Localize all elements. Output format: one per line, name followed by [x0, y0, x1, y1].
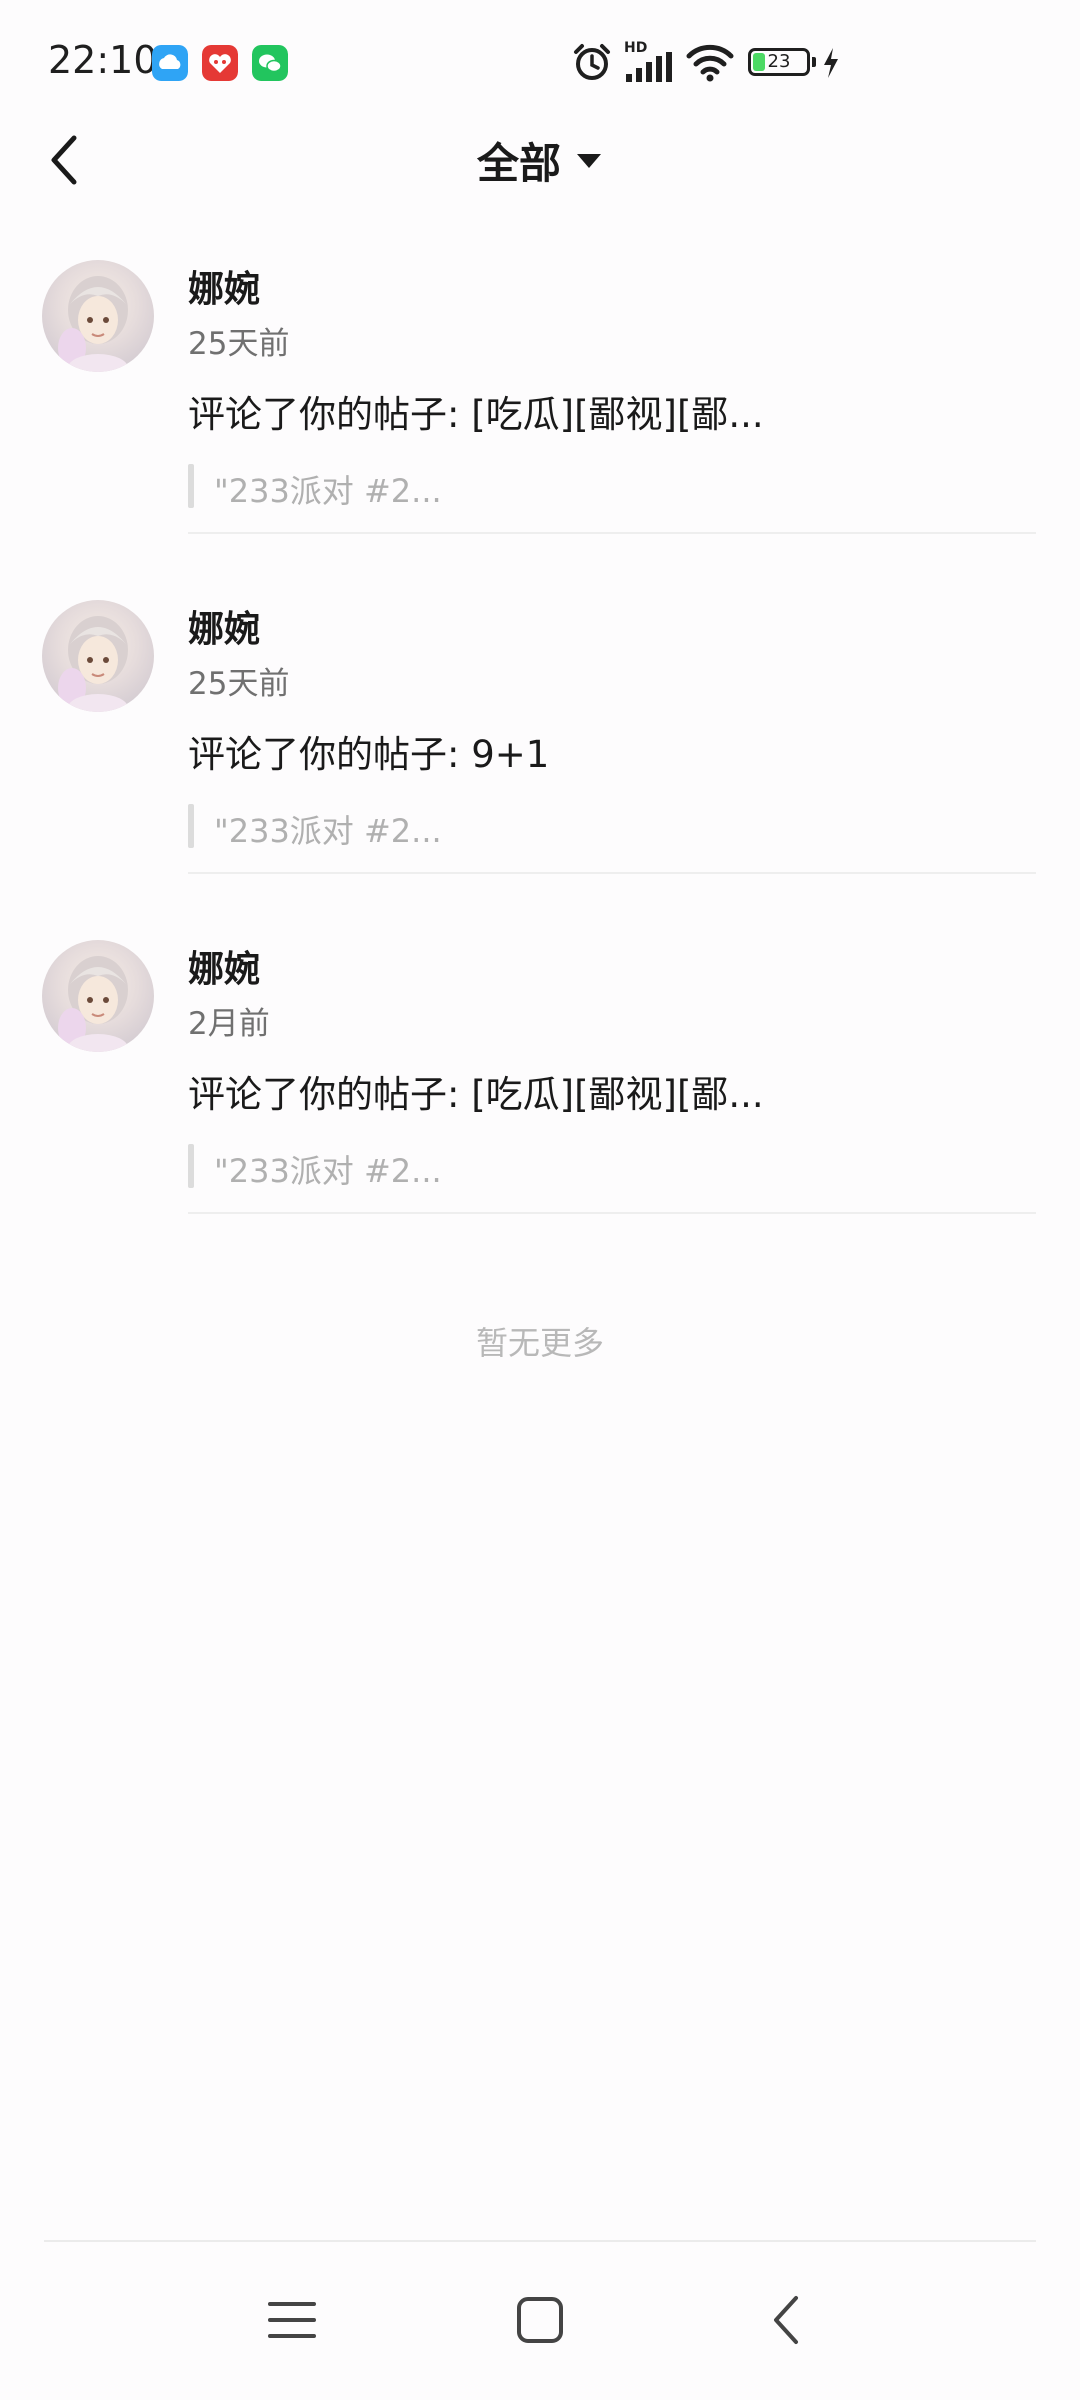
signal-icon — [626, 52, 672, 82]
timestamp: 25天前 — [188, 326, 290, 362]
filter-dropdown[interactable]: 全部 — [477, 130, 603, 191]
cloud-app-icon — [152, 45, 188, 81]
comment-text[interactable]: 评论了你的帖子: 9+1 — [188, 724, 549, 778]
status-time: 22:10 — [48, 38, 158, 82]
wechat-icon — [252, 45, 288, 81]
divider — [188, 1212, 1036, 1214]
home-icon[interactable] — [510, 2290, 570, 2350]
post-quote[interactable]: "233派对 #2... — [214, 1146, 442, 1192]
charging-icon — [824, 48, 838, 78]
menu-icon[interactable] — [262, 2290, 322, 2350]
divider — [188, 872, 1036, 874]
alarm-icon — [574, 44, 610, 80]
comment-text[interactable]: 评论了你的帖子: [吃瓜][鄙视][鄙... — [188, 1064, 764, 1118]
divider — [188, 532, 1036, 534]
red-app-icon — [202, 45, 238, 81]
notification-item[interactable]: 娜婉 2月前 评论了你的帖子: [吃瓜][鄙视][鄙... "233派对 #2.… — [0, 940, 1080, 1280]
timestamp: 25天前 — [188, 666, 290, 702]
status-bar: 22:10 HD 23 — [0, 0, 1080, 130]
user-name[interactable]: 娜婉 — [188, 260, 260, 312]
quote-bar — [188, 464, 194, 508]
quote-bar — [188, 804, 194, 848]
quote-bar — [188, 1144, 194, 1188]
notifications-page: 22:10 HD 23 全部 娜婉 25天前 评论了你的帖子: [吃瓜][鄙视]… — [0, 0, 1080, 2400]
battery-icon: 23 — [748, 48, 816, 76]
battery-level: 23 — [767, 51, 791, 72]
comment-text[interactable]: 评论了你的帖子: [吃瓜][鄙视][鄙... — [188, 384, 764, 438]
page-title: 全部 — [476, 139, 561, 188]
avatar[interactable] — [42, 600, 154, 712]
post-quote[interactable]: "233派对 #2... — [214, 466, 442, 512]
avatar[interactable] — [42, 260, 154, 372]
nav-divider — [44, 2240, 1036, 2242]
user-name[interactable]: 娜婉 — [188, 600, 260, 652]
timestamp: 2月前 — [188, 1006, 270, 1042]
no-more-text: 暂无更多 — [475, 1324, 604, 1362]
caret-down-icon — [577, 153, 601, 168]
wifi-icon — [686, 44, 734, 82]
avatar[interactable] — [42, 940, 154, 1052]
back-nav-icon[interactable] — [758, 2290, 818, 2350]
user-name[interactable]: 娜婉 — [188, 940, 260, 992]
notification-item[interactable]: 娜婉 25天前 评论了你的帖子: [吃瓜][鄙视][鄙... "233派对 #2… — [0, 260, 1080, 600]
post-quote[interactable]: "233派对 #2... — [214, 806, 442, 852]
header: 全部 — [0, 130, 1080, 190]
notification-item[interactable]: 娜婉 25天前 评论了你的帖子: 9+1 "233派对 #2... — [0, 600, 1080, 940]
